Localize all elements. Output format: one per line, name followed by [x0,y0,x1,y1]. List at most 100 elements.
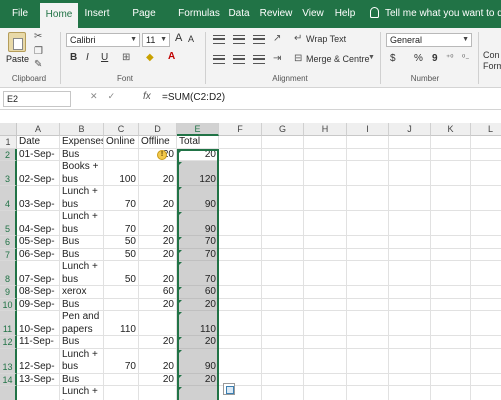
decrease-decimal-icon[interactable]: ⁰₋ [462,53,469,62]
row-header-3[interactable]: 3 [0,161,17,186]
column-header-e[interactable]: E [177,123,219,136]
paste-button[interactable]: Paste [6,54,29,64]
cell-h7[interactable] [304,248,347,261]
cell-b1[interactable]: Expenses [60,136,104,149]
cell-g6[interactable] [262,236,304,249]
bold-button[interactable]: B [70,52,77,63]
cell-g3[interactable] [262,161,304,186]
cell-e15[interactable]: 100 [177,386,219,400]
cell-f10[interactable] [219,298,262,311]
cell-h12[interactable] [304,336,347,349]
cell-b11[interactable]: Pen and papers [60,311,104,336]
fill-color-icon[interactable]: ◆ [146,52,154,63]
cell-k8[interactable] [431,261,471,286]
cell-i7[interactable] [347,248,389,261]
tab-insert[interactable]: Insert [80,0,114,28]
cell-f12[interactable] [219,336,262,349]
cell-e1[interactable]: Total [177,136,219,149]
cell-a5[interactable]: 04-Sep-23 [17,211,60,236]
underline-button[interactable]: U [101,52,108,63]
cell-c9[interactable] [104,286,139,299]
cancel-icon[interactable]: ✕ [90,91,98,101]
align-left-icon[interactable] [213,55,225,64]
cell-a10[interactable]: 09-Sep-23 [17,298,60,311]
cell-a6[interactable]: 05-Sep-23 [17,236,60,249]
cell-h14[interactable] [304,373,347,386]
cell-e9[interactable]: 60 [177,286,219,299]
cell-b15[interactable]: Lunch + bus [60,386,104,400]
cell-g1[interactable] [262,136,304,149]
wrap-text-button[interactable]: Wrap Text [306,34,346,44]
cell-h15[interactable] [304,386,347,400]
cell-k14[interactable] [431,373,471,386]
cell-k13[interactable] [431,348,471,374]
quick-analysis-icon[interactable] [223,383,235,395]
cell-a7[interactable]: 06-Sep-23 [17,248,60,261]
cell-h5[interactable] [304,211,347,236]
cell-f8[interactable] [219,261,262,286]
row-header-13[interactable]: 13 [0,348,17,374]
cell-g5[interactable] [262,211,304,236]
cell-b13[interactable]: Lunch + bus [60,348,104,374]
cell-c4[interactable]: 70 [104,186,139,211]
cell-l13[interactable] [471,349,501,374]
cell-b3[interactable]: Books + bus [60,161,104,186]
conditional-formatting-button-line2[interactable]: Form [483,61,501,71]
cell-i6[interactable] [347,236,389,249]
cell-b14[interactable]: Bus [60,373,104,386]
tab-page-layout[interactable]: Page Layout [117,0,171,47]
orientation-icon[interactable]: ↗ [273,33,281,44]
cell-k9[interactable] [431,286,471,299]
cell-l7[interactable] [471,249,501,261]
cell-k11[interactable] [431,311,471,336]
cell-d4[interactable]: 20 [139,186,177,211]
format-painter-icon[interactable]: ✎ [34,59,42,70]
cell-j8[interactable] [389,261,431,286]
tab-view[interactable]: View [299,0,327,28]
conditional-formatting-button-line1[interactable]: Con [483,50,500,60]
cell-i5[interactable] [347,211,389,236]
cell-b10[interactable]: Bus [60,298,104,311]
cell-j13[interactable] [389,348,431,374]
row-header-9[interactable]: 9 [0,286,17,299]
cell-e14[interactable]: 20 [177,373,219,386]
cell-i8[interactable] [347,261,389,286]
cell-c3[interactable]: 100 [104,161,139,186]
cell-c10[interactable] [104,298,139,311]
paste-icon[interactable] [8,32,26,52]
align-right-icon[interactable] [253,55,265,64]
cell-j15[interactable] [389,386,431,400]
row-header-5[interactable]: 5 [0,211,17,236]
column-header-l[interactable]: L [471,123,501,136]
cell-b2[interactable]: Bus [60,148,104,161]
cell-d11[interactable] [139,311,177,336]
cell-e7[interactable]: 70 [177,248,219,261]
cell-i14[interactable] [347,373,389,386]
cell-d7[interactable]: 20 [139,248,177,261]
row-header-12[interactable]: 12 [0,336,17,349]
cell-e5[interactable]: 90 [177,211,219,236]
align-bottom-icon[interactable] [253,35,265,44]
cut-icon[interactable]: ✂ [34,31,42,42]
row-header-7[interactable]: 7 [0,248,17,261]
currency-button[interactable]: $ [390,53,396,64]
increase-font-button[interactable]: A [175,32,182,44]
enter-icon[interactable]: ✓ [108,91,116,101]
cell-f5[interactable] [219,211,262,236]
cell-e3[interactable]: 120 [177,161,219,186]
cell-k2[interactable] [431,148,471,161]
cell-a8[interactable]: 07-Sep-23 [17,261,60,286]
cell-l3[interactable] [471,161,501,186]
cell-a11[interactable]: 10-Sep-23 [17,311,60,336]
cell-a4[interactable]: 03-Sep-23 [17,186,60,211]
cell-i4[interactable] [347,186,389,211]
cell-g4[interactable] [262,186,304,211]
copy-icon[interactable]: ❐ [34,46,43,57]
cell-a1[interactable]: Date [17,136,60,149]
cell-h13[interactable] [304,348,347,374]
cell-k10[interactable] [431,298,471,311]
cell-l5[interactable] [471,211,501,236]
cell-g14[interactable] [262,373,304,386]
tab-formulas[interactable]: Formulas [175,0,223,28]
cell-i2[interactable] [347,148,389,161]
